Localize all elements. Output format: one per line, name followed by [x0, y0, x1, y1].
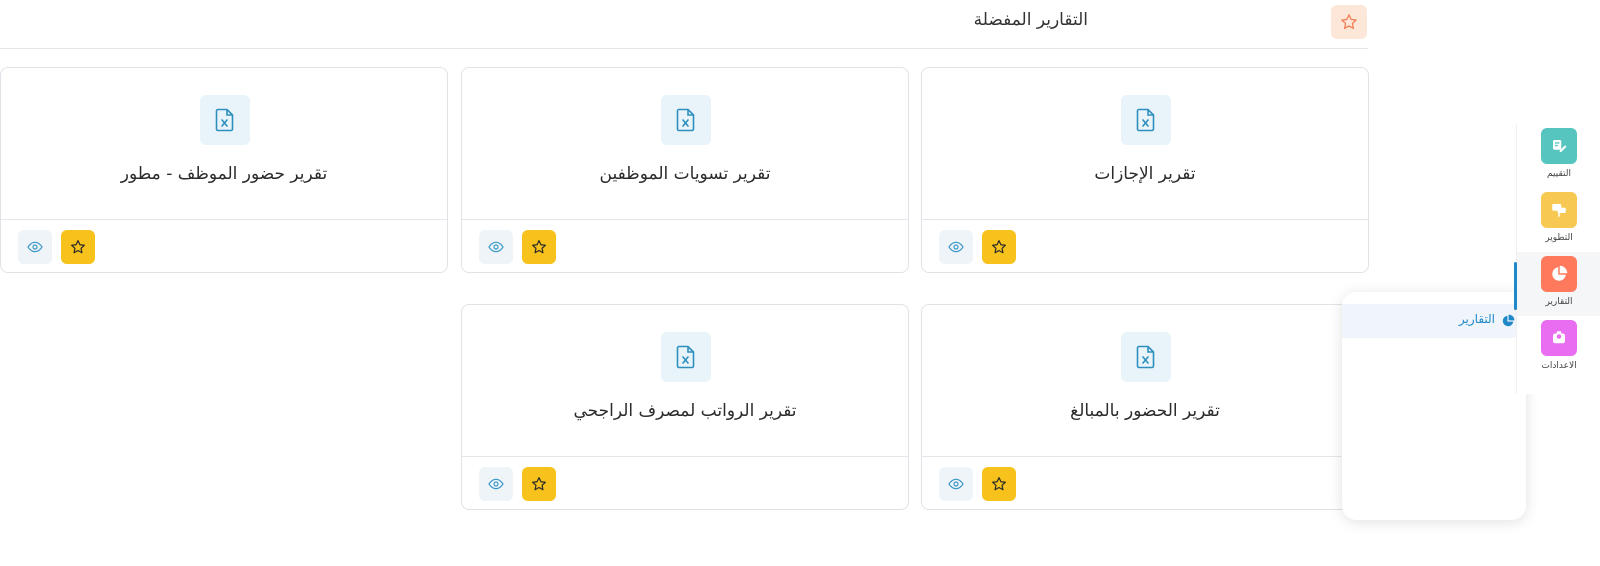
- excel-file-icon: [1121, 95, 1171, 145]
- report-title: تقرير الحضور بالمبالغ: [1070, 401, 1220, 421]
- view-button[interactable]: [479, 467, 513, 501]
- submenu-item-label: التقارير: [1458, 312, 1495, 326]
- favorite-button[interactable]: [982, 467, 1016, 501]
- card-body: تقرير تسويات الموظفين: [462, 68, 908, 220]
- submenu-item-reports[interactable]: التقارير: [1342, 304, 1526, 338]
- sidebar-item-label: التقارير: [1545, 297, 1573, 307]
- view-button[interactable]: [479, 230, 513, 264]
- favorite-button[interactable]: [522, 230, 556, 264]
- eye-icon: [948, 241, 964, 253]
- favorites-header: التقارير المفضلة: [0, 0, 1368, 49]
- excel-file-icon: [200, 95, 250, 145]
- pie-chart-icon: [1541, 256, 1577, 292]
- star-outline-icon: [1331, 5, 1367, 39]
- card-body: تقرير الإجازات: [922, 68, 1368, 220]
- report-title: تقرير تسويات الموظفين: [599, 164, 771, 184]
- sidebar-item-label: التقييم: [1547, 169, 1571, 179]
- sidebar-item-label: الاعدادات: [1541, 361, 1577, 371]
- star-icon: [992, 240, 1006, 254]
- edit-note-icon: [1541, 128, 1577, 164]
- sidebar-item-development[interactable]: التطوير: [1517, 188, 1600, 252]
- page-title: التقارير المفضلة: [973, 10, 1088, 30]
- sidebar-item-reports[interactable]: التقارير: [1514, 252, 1600, 316]
- view-button[interactable]: [18, 230, 52, 264]
- star-icon: [532, 477, 546, 491]
- favorite-button[interactable]: [522, 467, 556, 501]
- favorite-button[interactable]: [982, 230, 1016, 264]
- report-card: تقرير الحضور بالمبالغ: [921, 304, 1369, 510]
- app-sidebar: التقييم التطوير التقارير الاعدادات: [1514, 124, 1600, 394]
- settings-icon: [1541, 320, 1577, 356]
- star-icon: [532, 240, 546, 254]
- report-card: تقرير الرواتب لمصرف الراجحي: [461, 304, 909, 510]
- view-button[interactable]: [939, 230, 973, 264]
- report-title: تقرير حضور الموظف - مطور: [120, 164, 328, 184]
- excel-file-icon: [1121, 332, 1171, 382]
- reports-submenu: التقارير: [1342, 292, 1526, 520]
- card-body: تقرير الرواتب لمصرف الراجحي: [462, 305, 908, 457]
- pie-chart-icon: [1502, 314, 1515, 327]
- presentation-icon: [1541, 192, 1577, 228]
- sidebar-item-label: التطوير: [1545, 233, 1573, 243]
- star-icon: [992, 477, 1006, 491]
- sidebar-item-settings[interactable]: الاعدادات: [1517, 316, 1600, 380]
- favorite-button[interactable]: [61, 230, 95, 264]
- star-icon: [71, 240, 85, 254]
- report-card: تقرير تسويات الموظفين: [461, 67, 909, 273]
- eye-icon: [948, 478, 964, 490]
- eye-icon: [488, 241, 504, 253]
- report-card: تقرير الإجازات: [921, 67, 1369, 273]
- eye-icon: [488, 478, 504, 490]
- report-card: تقرير حضور الموظف - مطور: [0, 67, 448, 273]
- sidebar-item-evaluation[interactable]: التقييم: [1517, 124, 1600, 188]
- eye-icon: [27, 241, 43, 253]
- report-title: تقرير الرواتب لمصرف الراجحي: [573, 401, 797, 421]
- card-body: تقرير حضور الموظف - مطور: [1, 68, 447, 220]
- excel-file-icon: [661, 95, 711, 145]
- excel-file-icon: [661, 332, 711, 382]
- view-button[interactable]: [939, 467, 973, 501]
- card-body: تقرير الحضور بالمبالغ: [922, 305, 1368, 457]
- report-title: تقرير الإجازات: [1094, 164, 1196, 184]
